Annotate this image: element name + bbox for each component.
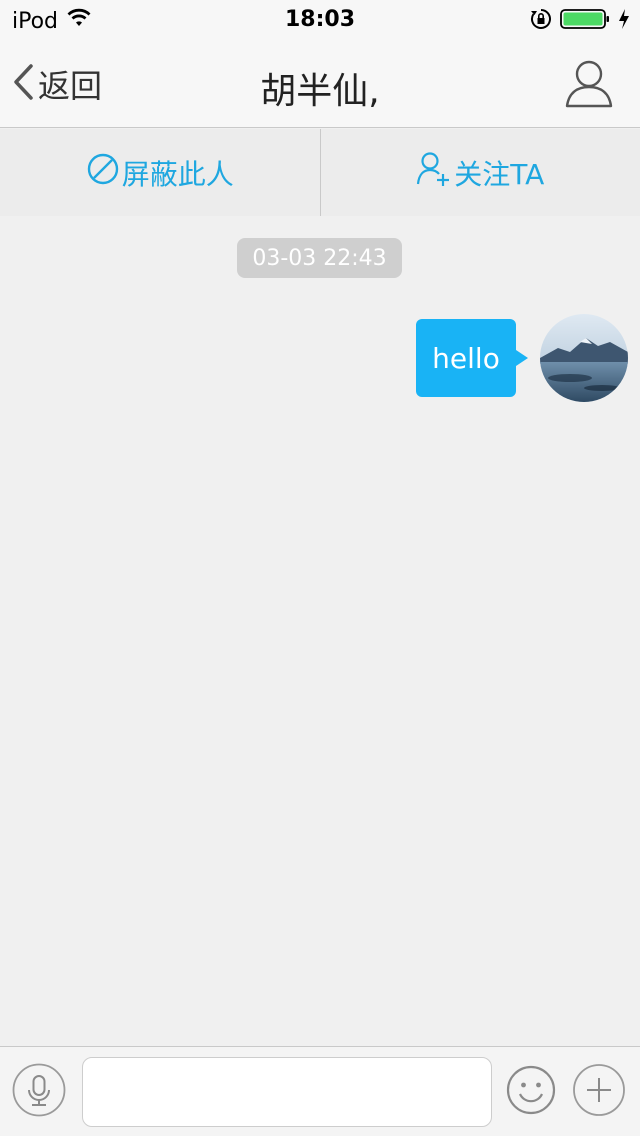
emoji-button[interactable] <box>504 1063 558 1117</box>
profile-button[interactable] <box>564 58 614 110</box>
add-person-icon <box>416 151 454 194</box>
message-timestamp: 03-03 22:43 <box>237 238 402 278</box>
rotation-lock-icon <box>530 8 552 34</box>
follow-user-button[interactable]: 关注TA <box>321 129 640 216</box>
charging-icon <box>618 8 630 34</box>
message-bubble[interactable]: hello <box>416 319 528 397</box>
navigation-bar: 返回 胡半仙, <box>0 40 640 128</box>
block-icon <box>86 152 122 193</box>
chevron-left-icon <box>12 63 34 105</box>
block-user-label: 屏蔽此人 <box>121 157 234 191</box>
follow-user-label: 关注TA <box>454 157 545 191</box>
person-icon <box>564 60 614 114</box>
chat-screen: iPod 18:03 返回 胡半仙, 屏蔽此人 关注TA 03-03 22:43… <box>0 0 640 1136</box>
battery-icon <box>560 8 610 34</box>
voice-button[interactable] <box>12 1063 66 1117</box>
message-row: hello <box>416 314 628 402</box>
back-button[interactable]: 返回 <box>12 60 102 108</box>
microphone-icon <box>12 1063 66 1121</box>
plus-icon <box>572 1064 626 1121</box>
avatar[interactable] <box>540 314 628 402</box>
chat-area[interactable]: 03-03 22:43 hello <box>0 216 640 1046</box>
block-user-button[interactable]: 屏蔽此人 <box>0 129 321 216</box>
status-bar: iPod 18:03 <box>0 0 640 40</box>
message-text: hello <box>432 341 500 375</box>
status-right <box>530 8 630 34</box>
message-input[interactable] <box>82 1057 492 1127</box>
more-button[interactable] <box>572 1063 626 1117</box>
smiley-icon <box>504 1065 558 1121</box>
action-bar: 屏蔽此人 关注TA <box>0 129 640 216</box>
input-bar <box>0 1046 640 1136</box>
back-label: 返回 <box>38 67 103 105</box>
